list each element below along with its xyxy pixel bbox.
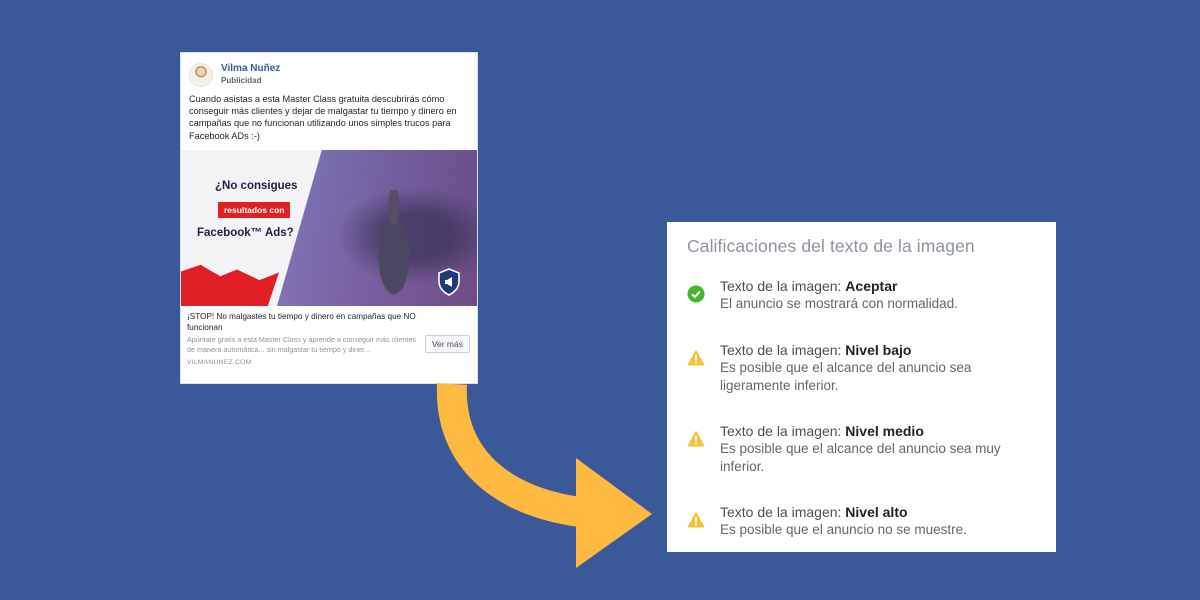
ad-link-description: Apúntate gratis a esta Master Class y ap… bbox=[187, 335, 416, 354]
rating-level: Aceptar bbox=[845, 278, 898, 294]
ad-header: Vilma Nuñez Publicidad bbox=[181, 53, 477, 89]
image-text-rating-panel: Calificaciones del texto de la imagen Te… bbox=[667, 222, 1056, 552]
warning-icon bbox=[687, 350, 705, 366]
rating-item-medium: Texto de la imagen: Nivel medio Es posib… bbox=[687, 422, 1038, 476]
rating-label: Texto de la imagen: Nivel alto bbox=[720, 504, 908, 520]
ad-image[interactable]: ¿No consigues resultados con Facebook™ A… bbox=[181, 150, 477, 306]
shield-megaphone-icon bbox=[438, 268, 460, 296]
panel-title: Calificaciones del texto de la imagen bbox=[687, 236, 975, 256]
rating-level: Nivel alto bbox=[845, 504, 908, 520]
rating-label: Texto de la imagen: Aceptar bbox=[720, 278, 898, 294]
sponsored-label: Publicidad bbox=[221, 75, 262, 85]
rating-level: Nivel medio bbox=[845, 423, 924, 439]
image-headline-1: ¿No consigues bbox=[215, 180, 298, 192]
rating-item-low: Texto de la imagen: Nivel bajo Es posibl… bbox=[687, 341, 1038, 395]
see-more-button[interactable]: Ver más bbox=[424, 335, 470, 353]
ad-domain: VILMANUNEZ.COM bbox=[187, 359, 252, 366]
rating-description: Es posible que el anuncio no se muestre. bbox=[720, 522, 967, 537]
ad-preview-card: Vilma Nuñez Publicidad Cuando asistas a … bbox=[180, 52, 478, 384]
rating-level: Nivel bajo bbox=[845, 342, 912, 358]
warning-icon bbox=[687, 431, 705, 447]
ad-link-section[interactable]: ¡STOP! No malgastes tu tiempo y dinero e… bbox=[181, 306, 477, 382]
rating-description: Es posible que el alcance del anuncio se… bbox=[720, 441, 1001, 474]
image-person bbox=[367, 190, 421, 300]
rating-label: Texto de la imagen: Nivel medio bbox=[720, 423, 924, 439]
image-badge: resultados con bbox=[218, 202, 291, 218]
rating-item-accept: Texto de la imagen: Aceptar El anuncio s… bbox=[687, 277, 1038, 313]
image-headline-2: Facebook™ Ads? bbox=[197, 227, 294, 239]
rating-description: El anuncio se mostrará con normalidad. bbox=[720, 296, 958, 311]
ad-body-text: Cuando asistas a esta Master Class gratu… bbox=[189, 94, 457, 141]
check-circle-icon bbox=[687, 285, 705, 303]
avatar[interactable] bbox=[189, 62, 213, 87]
ad-link-title[interactable]: ¡STOP! No malgastes tu tiempo y dinero e… bbox=[187, 312, 417, 333]
rating-item-high: Texto de la imagen: Nivel alto Es posibl… bbox=[687, 503, 1038, 539]
rating-description: Es posible que el alcance del anuncio se… bbox=[720, 360, 972, 393]
ad-author-name[interactable]: Vilma Nuñez bbox=[221, 63, 280, 75]
warning-icon bbox=[687, 512, 705, 528]
ad-names: Vilma Nuñez Publicidad bbox=[221, 63, 280, 87]
rating-label: Texto de la imagen: Nivel bajo bbox=[720, 342, 912, 358]
